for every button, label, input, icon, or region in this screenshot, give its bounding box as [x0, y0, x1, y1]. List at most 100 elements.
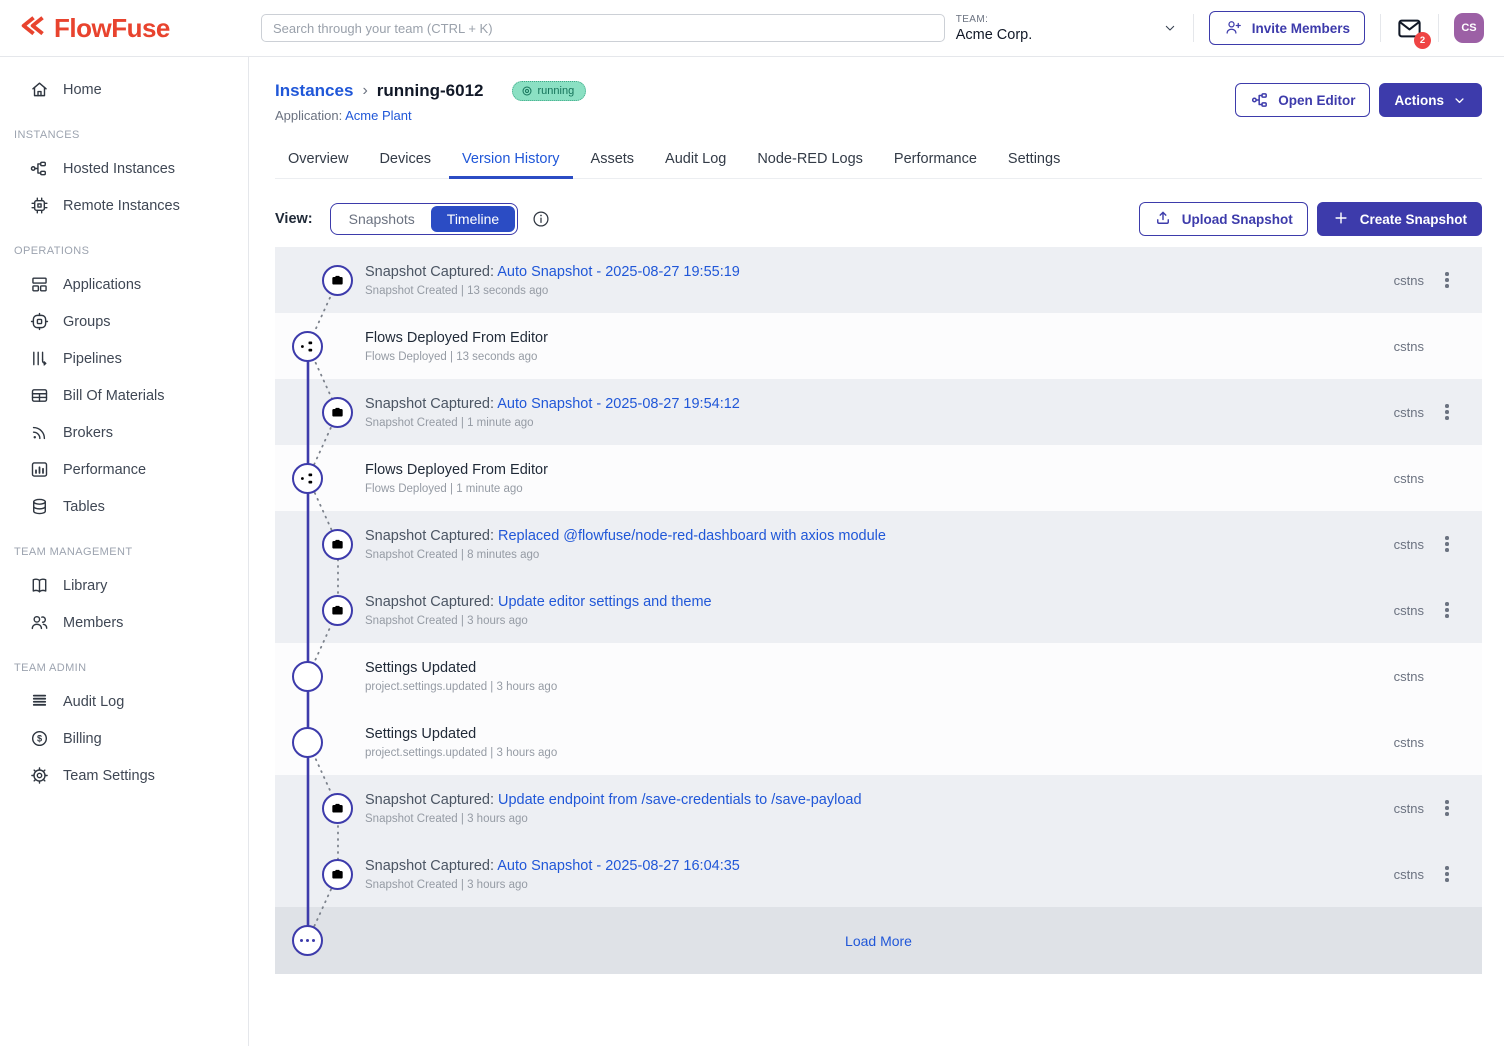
- sidebar-item-team-settings[interactable]: Team Settings: [0, 757, 248, 794]
- tab-assets[interactable]: Assets: [578, 142, 648, 178]
- snapshot-link[interactable]: Auto Snapshot - 2025-08-27 19:54:12: [497, 396, 740, 412]
- audit-log-icon: [29, 691, 50, 712]
- team-name: Acme Corp.: [956, 27, 1033, 43]
- applications-icon: [29, 274, 50, 295]
- snapshot-captured-prefix: Snapshot Captured:: [365, 264, 497, 280]
- row-menu-button[interactable]: [1424, 379, 1470, 445]
- sidebar-item-groups[interactable]: Groups: [0, 303, 248, 340]
- row-user-label: cstns: [1394, 735, 1424, 750]
- team-settings-icon: [29, 765, 50, 786]
- sidebar-item-members[interactable]: Members: [0, 604, 248, 641]
- timeline-row-title: Snapshot Captured: Replaced @flowfuse/no…: [365, 528, 886, 544]
- view-toggle-timeline[interactable]: Timeline: [431, 206, 515, 232]
- tab-performance[interactable]: Performance: [881, 142, 990, 178]
- create-snapshot-button[interactable]: Create Snapshot: [1317, 202, 1482, 236]
- deploy-icon: [292, 463, 323, 494]
- tab-settings[interactable]: Settings: [995, 142, 1073, 178]
- sidebar-item-hosted-instances[interactable]: Hosted Instances: [0, 150, 248, 187]
- snapshot-link[interactable]: Replaced @flowfuse/node-red-dashboard wi…: [498, 528, 886, 544]
- view-toggle: SnapshotsTimeline: [330, 203, 519, 235]
- camera-icon: [322, 595, 353, 626]
- topbar: FlowFuse TEAM: Acme Corp. Invite Members…: [0, 0, 1504, 57]
- timeline-row-meta: Snapshot Created | 8 minutes ago: [365, 549, 886, 561]
- upload-snapshot-button[interactable]: Upload Snapshot: [1139, 202, 1308, 236]
- camera-icon: [322, 397, 353, 428]
- library-icon: [29, 575, 50, 596]
- breadcrumb-instances-link[interactable]: Instances: [275, 81, 353, 101]
- timeline-row-title: Flows Deployed From Editor: [365, 330, 548, 346]
- team-selector[interactable]: TEAM: Acme Corp.: [956, 14, 1178, 43]
- timeline-row-title: Settings Updated: [365, 660, 557, 676]
- timeline-row-meta: Snapshot Created | 3 hours ago: [365, 615, 712, 627]
- sidebar-item-pipelines[interactable]: Pipelines: [0, 340, 248, 377]
- row-menu-button[interactable]: [1424, 775, 1470, 841]
- row-menu-button[interactable]: [1424, 511, 1470, 577]
- sidebar-item-applications[interactable]: Applications: [0, 266, 248, 303]
- instance-name: running-6012: [377, 81, 484, 101]
- topbar-divider: [1380, 14, 1381, 42]
- snapshot-link[interactable]: Update endpoint from /save-credentials t…: [498, 792, 862, 808]
- sidebar-item-label: Hosted Instances: [63, 161, 175, 177]
- invite-members-button[interactable]: Invite Members: [1209, 11, 1365, 45]
- info-icon[interactable]: [531, 209, 551, 229]
- snapshot-link[interactable]: Update editor settings and theme: [498, 594, 712, 610]
- sidebar-item-home[interactable]: Home: [0, 71, 248, 108]
- camera-icon: [322, 859, 353, 890]
- sidebar-item-label: Bill Of Materials: [63, 388, 165, 404]
- notifications-button[interactable]: 2: [1396, 15, 1423, 42]
- sidebar-item-label: Team Settings: [63, 768, 155, 784]
- camera-icon: [322, 793, 353, 824]
- sidebar-item-label: Performance: [63, 462, 146, 478]
- load-more-link[interactable]: Load More: [845, 933, 912, 949]
- home-icon: [29, 79, 50, 100]
- sidebar-item-label: Home: [63, 82, 102, 98]
- groups-icon: [29, 311, 50, 332]
- sidebar-item-library[interactable]: Library: [0, 567, 248, 604]
- sidebar-item-brokers[interactable]: Brokers: [0, 414, 248, 451]
- tab-version-history[interactable]: Version History: [449, 142, 573, 178]
- user-avatar[interactable]: CS: [1454, 13, 1484, 43]
- row-menu-button[interactable]: [1424, 841, 1470, 907]
- upload-snapshot-label: Upload Snapshot: [1182, 212, 1293, 227]
- tab-devices[interactable]: Devices: [366, 142, 444, 178]
- row-menu-button[interactable]: [1424, 247, 1470, 313]
- actions-label: Actions: [1394, 93, 1444, 108]
- tab-audit-log[interactable]: Audit Log: [652, 142, 739, 178]
- snapshot-link[interactable]: Auto Snapshot - 2025-08-27 16:04:35: [497, 858, 740, 874]
- sidebar: HomeINSTANCESHosted InstancesRemote Inst…: [0, 57, 249, 1046]
- sidebar-item-performance[interactable]: Performance: [0, 451, 248, 488]
- team-label: TEAM:: [956, 14, 1033, 25]
- sidebar-item-tables[interactable]: Tables: [0, 488, 248, 525]
- svg-text:$: $: [37, 734, 42, 744]
- timeline-row-meta: Snapshot Created | 3 hours ago: [365, 879, 740, 891]
- sidebar-item-audit-log[interactable]: Audit Log: [0, 683, 248, 720]
- sidebar-item-label: Billing: [63, 731, 102, 747]
- timeline-row-meta: project.settings.updated | 3 hours ago: [365, 681, 557, 693]
- snapshot-link[interactable]: Auto Snapshot - 2025-08-27 19:55:19: [497, 264, 740, 280]
- row-menu-button[interactable]: [1424, 577, 1470, 643]
- timeline-row: Snapshot Captured: Auto Snapshot - 2025-…: [275, 247, 1482, 313]
- sidebar-item-bill-of-materials[interactable]: Bill Of Materials: [0, 377, 248, 414]
- application-link[interactable]: Acme Plant: [345, 108, 411, 123]
- sidebar-section-label: TEAM MANAGEMENT: [0, 525, 248, 567]
- row-menu-button: [1424, 709, 1470, 775]
- timeline-row: Flows Deployed From Editor Flows Deployed…: [275, 313, 1482, 379]
- row-user-label: cstns: [1394, 603, 1424, 618]
- snapshot-captured-prefix: Snapshot Captured:: [365, 594, 498, 610]
- sidebar-item-billing[interactable]: $ Billing: [0, 720, 248, 757]
- timeline-row-title: Flows Deployed From Editor: [365, 462, 548, 478]
- search-input[interactable]: [261, 14, 945, 42]
- sidebar-item-remote-instances[interactable]: Remote Instances: [0, 187, 248, 224]
- actions-button[interactable]: Actions: [1379, 83, 1482, 117]
- flowfuse-logo[interactable]: FlowFuse: [0, 13, 249, 44]
- sidebar-item-label: Library: [63, 578, 107, 594]
- view-toggle-snapshots[interactable]: Snapshots: [333, 206, 431, 232]
- timeline-row: Snapshot Captured: Replaced @flowfuse/no…: [275, 511, 1482, 577]
- tab-node-red-logs[interactable]: Node-RED Logs: [744, 142, 876, 178]
- timeline-row: Snapshot Captured: Auto Snapshot - 2025-…: [275, 841, 1482, 907]
- timeline-row-meta: Snapshot Created | 3 hours ago: [365, 813, 862, 825]
- timeline-row-meta: Flows Deployed | 13 seconds ago: [365, 351, 548, 363]
- tab-overview[interactable]: Overview: [275, 142, 361, 178]
- deploy-icon: [292, 331, 323, 362]
- open-editor-button[interactable]: Open Editor: [1235, 83, 1370, 117]
